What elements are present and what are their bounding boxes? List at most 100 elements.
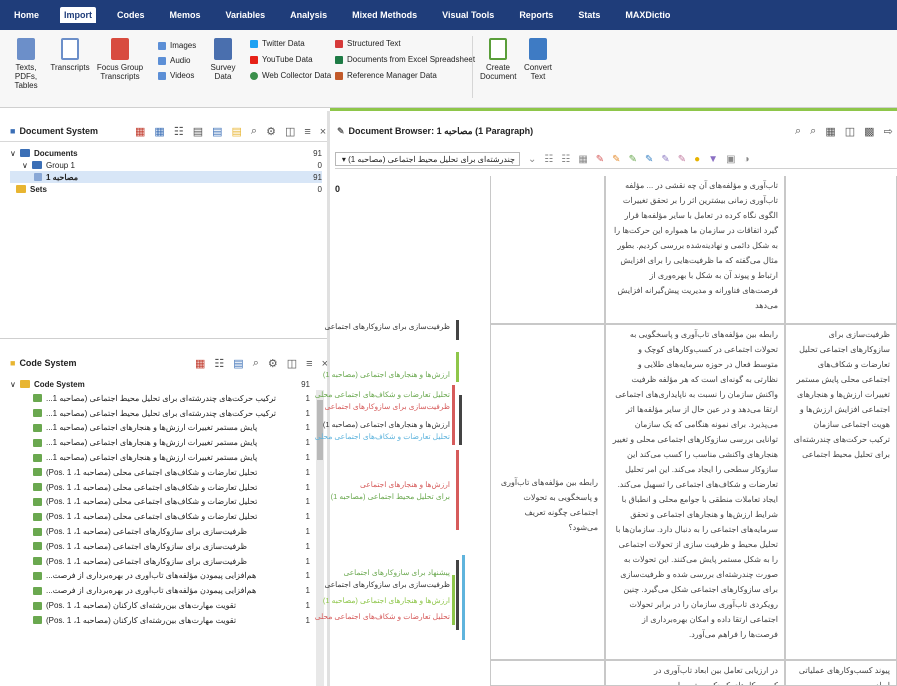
menu-memos[interactable]: Memos — [166, 7, 205, 23]
code-row[interactable]: تحلیل تعارضات و شکاف‌های اجتماعی محلی (م… — [30, 509, 310, 524]
gear-icon[interactable]: ⚙ — [268, 357, 278, 370]
emoticon-icon[interactable]: ● — [694, 154, 700, 165]
link-icon[interactable]: ◑ — [744, 154, 750, 165]
code-scroll-thumb[interactable] — [317, 400, 323, 460]
chevron-down-icon[interactable]: ⌄ — [528, 154, 536, 165]
videos-button[interactable]: Videos — [158, 70, 194, 81]
new-code-icon[interactable]: ▦ — [195, 357, 205, 370]
highlight-green-icon[interactable]: ✎ — [629, 154, 637, 165]
audio-button[interactable]: Audio — [158, 55, 190, 66]
grid-icon[interactable]: ▦ — [825, 125, 835, 138]
gear-icon[interactable]: ⚙ — [266, 125, 276, 138]
code-row[interactable]: تحلیل تعارضات و شکاف‌های اجتماعی محلی (م… — [30, 480, 310, 495]
images-button[interactable]: Images — [158, 40, 196, 51]
coding-stripe-label[interactable]: پیشنهاد برای ساز‌وکارهای اجتماعی — [343, 568, 450, 577]
menu-home[interactable]: Home — [10, 7, 43, 23]
youtube-data-button[interactable]: YouTube Data — [250, 54, 313, 65]
coding-stripe-label[interactable]: ارزش‌ها و هنجارهای اجتماعی (مصاحبه 1) — [323, 596, 450, 605]
search-icon[interactable]: ⌕ — [253, 357, 259, 370]
export-icon[interactable]: ⇨ — [884, 125, 893, 138]
menu-codes[interactable]: Codes — [113, 7, 149, 23]
collapse-icon[interactable]: ∨ — [22, 161, 32, 170]
highlight-pink-icon[interactable]: ✎ — [678, 154, 686, 165]
coding-stripe-label[interactable]: ارزش‌ها و هنجارهای اجتماعی (مصاحبه 1) — [323, 420, 450, 429]
coding-stripe-label[interactable]: تحلیل تعارضات و شکاف‌های اجتماعی محلی — [315, 612, 450, 621]
code-icon[interactable]: ☷ — [561, 154, 570, 165]
list-icon[interactable]: ≡ — [304, 126, 310, 138]
coding-stripe-label[interactable]: تحلیل تعارضات و شکاف‌های اجتماعی محلی — [315, 432, 450, 441]
menu-analysis[interactable]: Analysis — [286, 7, 331, 23]
coding-stripe-label[interactable]: ظرفیت‌سازی برای سازوکارهای اجتماعی — [324, 322, 450, 331]
code-row[interactable]: ظرفیت‌سازی برای سازوکارهای اجتماعی (مصاح… — [30, 554, 310, 569]
coding-stripe-label[interactable]: ارزش‌ها و هنجارهای اجتماعی (مصاحبه 1) — [323, 370, 450, 379]
tree-row-sets[interactable]: Sets 0 — [10, 183, 322, 195]
symbol-icon[interactable]: ▼ — [708, 154, 718, 165]
group-icon[interactable]: ▤ — [232, 125, 242, 138]
collapse-icon[interactable]: ∨ — [10, 149, 20, 158]
code-row[interactable]: ترکیب حرکت‌های چندرشته‌ای برای تحلیل محی… — [30, 391, 310, 406]
code-row[interactable]: ظرفیت‌سازی برای سازوکارهای اجتماعی (مصاح… — [30, 524, 310, 539]
window-icon[interactable]: ◫ — [285, 125, 295, 138]
tree-row-group[interactable]: ∨ Group 10 — [10, 159, 322, 171]
print-icon[interactable]: ▩ — [864, 125, 874, 138]
collapse-icon[interactable]: ∨ — [10, 380, 20, 389]
activate-icon[interactable]: ▦ — [135, 125, 145, 138]
highlight-orange-icon[interactable]: ✎ — [612, 154, 620, 165]
code-row[interactable]: تقویت مهارت‌های بین‌رشته‌ای کارکنان (مصا… — [30, 598, 310, 613]
menu-maxdictio[interactable]: MAXDictio — [621, 7, 674, 23]
coding-stripe-label[interactable]: تحلیل تعارضات و شکاف‌های اجتماعی محلی — [315, 390, 450, 399]
activate-code-icon[interactable]: ☷ — [214, 357, 224, 370]
set-icon[interactable]: ▦ — [154, 125, 164, 138]
code-row[interactable]: هم‌افزایی پیمودن مؤلفه‌های تاب‌آوری در ب… — [30, 569, 310, 584]
coding-stripe-label[interactable]: ظرفیت‌سازی برای سازوکارهای اجتماعی — [324, 580, 450, 589]
web-collector-button[interactable]: Web Collector Data — [250, 70, 331, 81]
quick-code-icon[interactable]: ☷ — [544, 154, 553, 165]
menu-stats[interactable]: Stats — [574, 7, 604, 23]
menu-import[interactable]: Import — [60, 7, 97, 23]
twitter-data-button[interactable]: Twitter Data — [250, 38, 305, 49]
panel-icon[interactable]: ◫ — [845, 125, 855, 138]
search-doc-icon[interactable]: ⌕ — [795, 125, 801, 138]
transcripts-button[interactable]: Transcripts — [50, 38, 90, 72]
menu-reports[interactable]: Reports — [515, 7, 557, 23]
survey-data-button[interactable]: Survey Data — [208, 38, 238, 81]
highlight-purple-icon[interactable]: ✎ — [661, 154, 669, 165]
code-row[interactable]: ظرفیت‌سازی برای سازوکارهای اجتماعی (مصاح… — [30, 539, 310, 554]
weight-icon[interactable]: ▣ — [726, 154, 735, 165]
window-icon[interactable]: ◫ — [287, 357, 297, 370]
menu-mixed-methods[interactable]: Mixed Methods — [348, 7, 421, 23]
code-row[interactable]: ترکیب حرکت‌های چندرشته‌ای برای تحلیل محی… — [30, 406, 310, 421]
focus-group-button[interactable]: Focus Group Transcripts — [96, 38, 144, 81]
code-row[interactable]: پایش مستمر تغییرات ارزش‌ها و هنجارهای اج… — [30, 450, 310, 465]
tree-row-interview[interactable]: مصاحبه 1 91 — [10, 171, 322, 183]
import-doc-icon[interactable]: ▤ — [212, 125, 222, 138]
menu-variables[interactable]: Variables — [222, 7, 270, 23]
code-row[interactable]: هم‌افزایی پیمودن مؤلفه‌های تاب‌آوری در ب… — [30, 583, 310, 598]
code-row[interactable]: پایش مستمر تغییرات ارزش‌ها و هنجارهای اج… — [30, 421, 310, 436]
highlight-red-icon[interactable]: ✎ — [596, 154, 604, 165]
grid-icon[interactable]: ▦ — [578, 154, 587, 165]
tree-row-documents[interactable]: ∨ Documents 91 — [10, 147, 322, 159]
reference-manager-button[interactable]: Reference Manager Data — [335, 70, 437, 81]
convert-text-button[interactable]: Convert Text — [520, 38, 556, 81]
close-icon[interactable]: × — [320, 126, 326, 138]
new-doc-icon[interactable]: ▤ — [193, 125, 203, 138]
filter-icon[interactable]: ☷ — [174, 125, 184, 138]
texts-pdfs-tables-button[interactable]: Texts, PDFs, Tables — [6, 38, 46, 90]
documents-from-excel-button[interactable]: Documents from Excel Spreadsheet — [335, 54, 475, 65]
coding-stripe-label[interactable]: ظرفیت‌سازی برای سازوکارهای اجتماعی — [324, 402, 450, 411]
list-icon[interactable]: ≡ — [306, 358, 312, 370]
highlight-blue-icon[interactable]: ✎ — [645, 154, 653, 165]
create-document-button[interactable]: Create Document — [480, 38, 516, 81]
code-row[interactable]: پایش مستمر تغییرات ارزش‌ها و هنجارهای اج… — [30, 435, 310, 450]
code-dropdown[interactable]: چندرشته‌ای برای تحلیل محیط اجتماعی (مصاح… — [335, 152, 520, 166]
coding-stripe-label[interactable]: برای تحلیل محیط اجتماعی (مصاحبه 1) — [331, 492, 450, 501]
structured-text-button[interactable]: Structured Text — [335, 38, 401, 49]
search-code-icon[interactable]: ⌕ — [810, 125, 816, 138]
code-row[interactable]: تحلیل تعارضات و شکاف‌های اجتماعی محلی (م… — [30, 495, 310, 510]
code-row[interactable]: تقویت مهارت‌های بین‌رشته‌ای کارکنان (مصا… — [30, 613, 310, 628]
code-set-icon[interactable]: ▤ — [233, 357, 243, 370]
code-root-row[interactable]: ∨ Code System 91 — [10, 378, 310, 390]
coding-stripe-label[interactable]: ارزش‌ها و هنجارهای اجتماعی — [360, 480, 450, 489]
menu-visual-tools[interactable]: Visual Tools — [438, 7, 498, 23]
